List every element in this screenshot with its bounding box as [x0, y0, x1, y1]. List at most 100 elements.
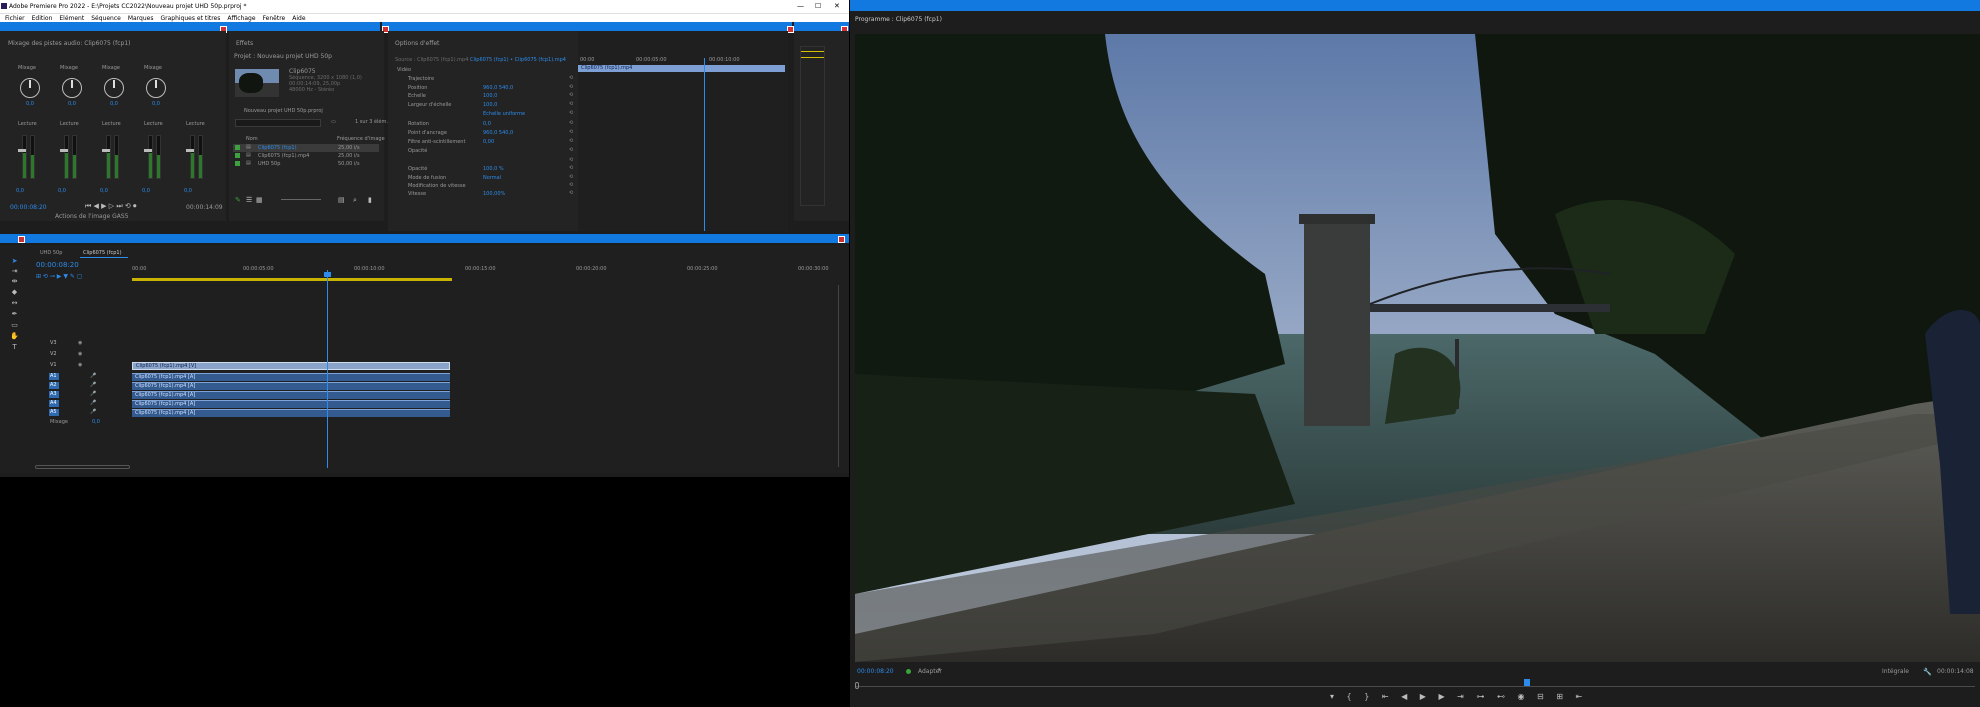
program-playhead[interactable] — [1524, 679, 1530, 686]
chevron-down-icon[interactable]: ▾ — [938, 668, 941, 673]
volume-fader[interactable] — [102, 149, 110, 152]
effect-clip-bar[interactable]: Clip6075 (fcp1).mp4 — [578, 65, 785, 72]
volume-fader[interactable] — [144, 149, 152, 152]
reset-icon[interactable]: ⟲ — [569, 139, 573, 144]
effect-property-value[interactable]: 960,0 540,0 — [483, 86, 513, 91]
video-clip[interactable]: Clip6075 (fcp1).mp4 [V] — [132, 362, 450, 370]
reset-icon[interactable]: ⟲ — [569, 183, 573, 188]
project-search-input[interactable] — [235, 119, 321, 127]
timeline-toolbar[interactable]: ⊞ ⟲ ⊸ ▶ ▼ ✎ ▢ — [36, 274, 82, 280]
channel-db[interactable]: 0,0 — [142, 189, 150, 194]
channel-mode[interactable]: Lecture — [18, 122, 37, 127]
reset-icon[interactable]: ⟲ — [569, 102, 573, 107]
column-name[interactable]: Nom — [246, 137, 258, 142]
program-scrub-bar[interactable] — [855, 686, 1975, 687]
audio-track-header[interactable]: A1 🎤 — [30, 373, 130, 381]
channel-mode[interactable]: Lecture — [102, 122, 121, 127]
effect-property-row[interactable]: Largeur d'échelle 100,0 ⟲ — [388, 102, 578, 111]
project-item-row[interactable]: ▤ Clip6075 (fcp1).mp4 25,00 i/s — [233, 152, 379, 160]
menu-item[interactable]: Séquence — [91, 15, 121, 22]
effect-property-row[interactable]: Point d'ancrage 960,0 540,0 ⟲ — [388, 130, 578, 139]
icon-view-icon[interactable]: ▦ — [256, 196, 263, 204]
effect-playhead[interactable] — [704, 58, 705, 231]
project-item-row[interactable]: ▤ UHD 50p 50,00 i/s — [233, 160, 379, 168]
audio-clip[interactable]: Clip6075 (fcp1).mp4 [A] — [132, 400, 450, 408]
project-tab[interactable]: Projet : Nouveau projet UHD 50p — [234, 54, 332, 60]
reset-icon[interactable]: ⟲ — [569, 191, 573, 196]
audio-clip[interactable]: Clip6075 (fcp1).mp4 [A] — [132, 373, 450, 381]
pen-tool-icon[interactable]: ✒ — [10, 310, 19, 318]
menu-item[interactable]: Marques — [128, 15, 154, 22]
panel-close-icon[interactable] — [787, 26, 794, 33]
mic-icon[interactable]: 🎤 — [90, 374, 96, 379]
menu-item[interactable]: Aide — [292, 15, 305, 22]
mic-icon[interactable]: 🎤 — [90, 392, 96, 397]
pan-knob[interactable] — [104, 78, 124, 98]
effects-tab[interactable]: Effets — [236, 41, 253, 47]
maximize-icon[interactable]: ☐ — [815, 3, 821, 10]
label-color-icon[interactable] — [235, 161, 240, 166]
pan-value[interactable]: 0,0 — [68, 102, 76, 107]
volume-fader[interactable] — [18, 149, 26, 152]
selection-tool-icon[interactable]: ➤ — [10, 257, 19, 265]
minimize-icon[interactable]: — — [797, 3, 804, 10]
track-select-icon[interactable]: ⇥ — [10, 267, 19, 275]
hand-tool-icon[interactable]: ✋ — [10, 332, 19, 340]
channel-db[interactable]: 0,0 — [184, 189, 192, 194]
channel-mode[interactable]: Lecture — [60, 122, 79, 127]
reset-icon[interactable]: ⟲ — [569, 85, 573, 90]
menu-item[interactable]: Graphiques et titres — [160, 15, 220, 22]
work-area-bar[interactable] — [132, 278, 452, 281]
audio-track-header[interactable]: A4 🎤 — [30, 400, 130, 408]
audio-track-header[interactable]: A3 🎤 — [30, 391, 130, 399]
timeline-scrollbar[interactable] — [838, 285, 841, 467]
video-track-header[interactable]: V1 ◉ — [30, 362, 130, 371]
program-transport-controls[interactable]: ▾ { } ⇤ ◀ ▶ ▶ ⇥ ⊶ ⊷ ◉ ⊟ ⊞ ⇤ — [1330, 693, 1587, 701]
reset-icon[interactable]: ⟲ — [569, 121, 573, 126]
pan-value[interactable]: 0,0 — [26, 102, 34, 107]
project-item-row[interactable]: ▤ Clip6075 (fcp1) 25,00 i/s — [233, 144, 379, 152]
audio-track-header[interactable]: A2 🎤 — [30, 382, 130, 390]
effect-property-row[interactable]: Echelle uniforme ⟲ — [388, 111, 578, 120]
pan-value[interactable]: 0,0 — [110, 102, 118, 107]
rectangle-tool-icon[interactable]: ▭ — [10, 321, 19, 329]
mic-icon[interactable]: 🎤 — [90, 410, 96, 415]
effect-property-value[interactable]: 960,0 540,0 — [483, 131, 513, 136]
audio-clip[interactable]: Clip6075 (fcp1).mp4 [A] — [132, 382, 450, 390]
effect-property-row[interactable]: Filtre anti-scintillement 0,00 ⟲ — [388, 139, 578, 148]
effect-property-value[interactable]: 100,0 — [483, 94, 497, 99]
effect-property-value[interactable]: Echelle uniforme — [483, 112, 525, 117]
search-icon[interactable]: ⌕ — [353, 196, 357, 205]
channel-mode[interactable]: Lecture — [186, 122, 205, 127]
reset-icon[interactable]: ⟲ — [569, 111, 573, 116]
effect-property-value[interactable]: 0,00 — [483, 140, 494, 145]
reset-icon[interactable]: ⟲ — [569, 175, 573, 180]
pencil-icon[interactable]: ✎ — [235, 196, 241, 204]
audio-clip[interactable]: Clip6075 (fcp1).mp4 [A] — [132, 409, 450, 417]
menu-item[interactable]: Elément — [59, 15, 84, 22]
reset-icon[interactable]: ⟲ — [569, 148, 573, 153]
volume-fader[interactable] — [60, 149, 68, 152]
mixer-timecode[interactable]: 00:00:08:20 — [10, 205, 47, 211]
pan-knob[interactable] — [146, 78, 166, 98]
mic-icon[interactable]: 🎤 — [90, 383, 96, 388]
reset-icon[interactable]: ⟲ — [569, 76, 573, 81]
program-tab[interactable]: Programme : Clip6075 (fcp1) — [855, 17, 942, 23]
menu-item[interactable]: Affichage — [227, 15, 255, 22]
menu-item[interactable]: Edition — [32, 15, 53, 22]
new-item-icon[interactable]: ▤ — [338, 196, 345, 204]
effect-property-value[interactable]: 100,00% — [483, 192, 505, 197]
mix-value[interactable]: 0,0 — [92, 420, 100, 425]
pan-value[interactable]: 0,0 — [152, 102, 160, 107]
reset-icon[interactable]: ⟲ — [569, 158, 573, 163]
audio-clip[interactable]: Clip6075 (fcp1).mp4 [A] — [132, 391, 450, 399]
reset-icon[interactable]: ⟲ — [569, 93, 573, 98]
effect-property-row[interactable]: Opacité ⟲ — [388, 148, 578, 157]
channel-db[interactable]: 0,0 — [16, 189, 24, 194]
timeline-zoom-scrollbar[interactable] — [35, 465, 130, 469]
zoom-slider[interactable] — [281, 199, 321, 200]
effect-property-value[interactable]: 100,0 — [483, 103, 497, 108]
razor-icon[interactable]: ◆ — [10, 288, 19, 296]
quality-dropdown[interactable]: Intégrale — [1882, 669, 1909, 675]
label-color-icon[interactable] — [235, 145, 240, 150]
